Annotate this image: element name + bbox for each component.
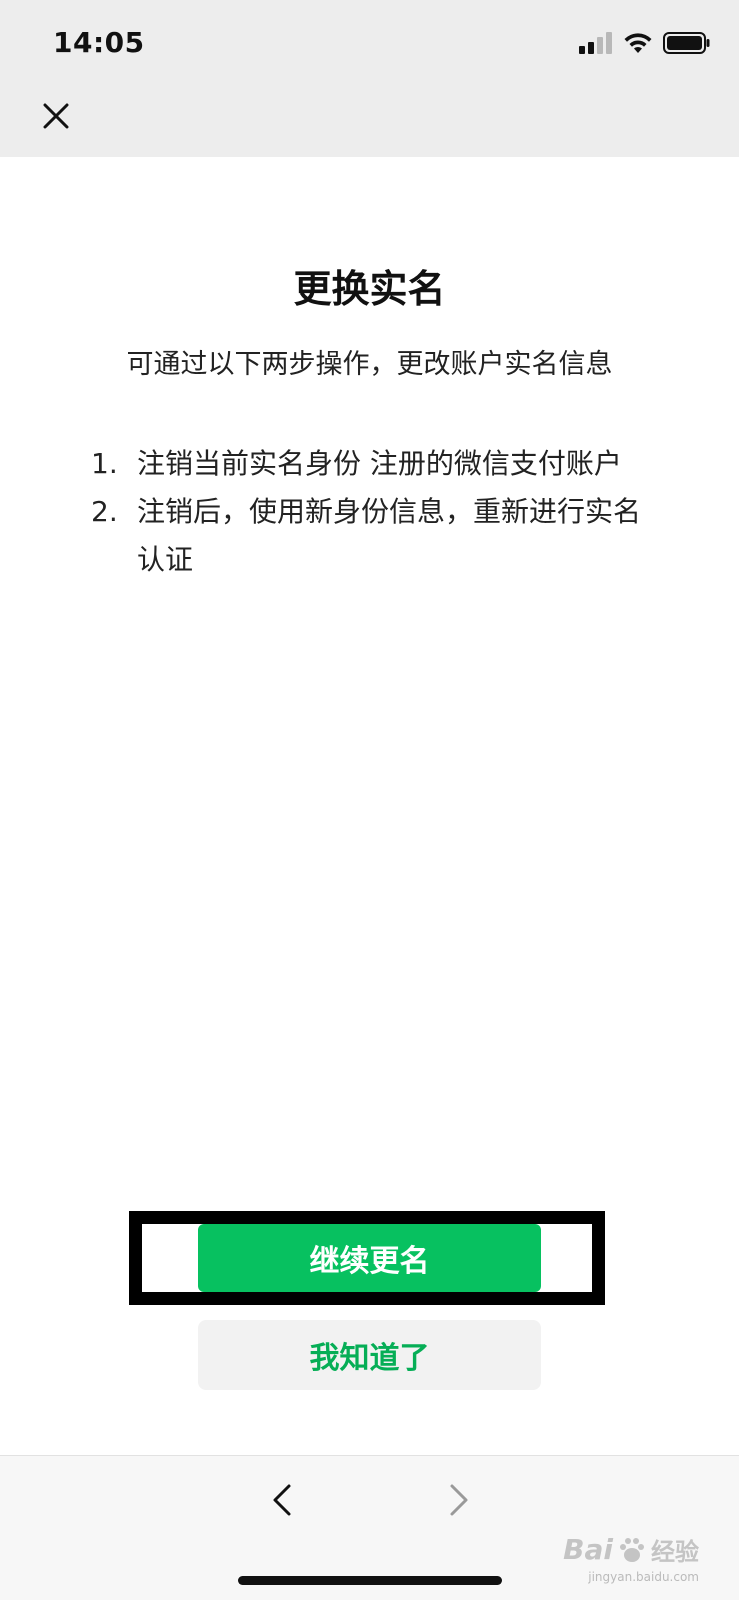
page-title: 更换实名 <box>293 267 446 311</box>
step-number: 2. <box>91 495 118 528</box>
watermark-url: jingyan.baidu.com <box>588 1570 699 1584</box>
step-number: 1. <box>91 447 118 480</box>
screen: 14:05 更换实名 可通过以下两步操作，更改账户实名信息 1. 注销当前实名身… <box>0 0 739 1600</box>
step-item: 2. 注销后，使用新身份信息，重新进行实名认证 <box>91 488 651 584</box>
top-bar: 14:05 <box>0 0 739 157</box>
status-time: 14:05 <box>53 26 145 59</box>
back-button[interactable] <box>265 1478 301 1522</box>
chevron-right-icon <box>450 1484 468 1516</box>
step-text: 注销后，使用新身份信息，重新进行实名认证 <box>137 495 642 576</box>
watermark-brand: Bai <box>563 1533 613 1566</box>
steps-list: 1. 注销当前实名身份 注册的微信支付账户 2. 注销后，使用新身份信息，重新进… <box>91 440 651 584</box>
got-it-button[interactable]: 我知道了 <box>198 1320 541 1390</box>
wifi-icon <box>624 33 652 53</box>
cellular-signal-icon <box>579 32 612 54</box>
baidu-watermark: Bai 经验 <box>563 1532 699 1567</box>
step-item: 1. 注销当前实名身份 注册的微信支付账户 <box>91 440 651 488</box>
chevron-left-icon <box>273 1484 291 1516</box>
status-icons <box>579 32 711 54</box>
close-button[interactable] <box>36 96 76 136</box>
paw-logo-icon <box>620 1537 644 1562</box>
close-icon <box>43 103 69 129</box>
continue-rename-button[interactable]: 继续更名 <box>198 1224 541 1292</box>
forward-button[interactable] <box>440 1478 476 1522</box>
home-indicator[interactable] <box>238 1576 502 1585</box>
watermark-suffix: 经验 <box>651 1538 699 1566</box>
step-text: 注销当前实名身份 注册的微信支付账户 <box>137 447 622 480</box>
page-subtitle: 可通过以下两步操作，更改账户实名信息 <box>126 349 613 380</box>
battery-icon <box>663 32 710 54</box>
